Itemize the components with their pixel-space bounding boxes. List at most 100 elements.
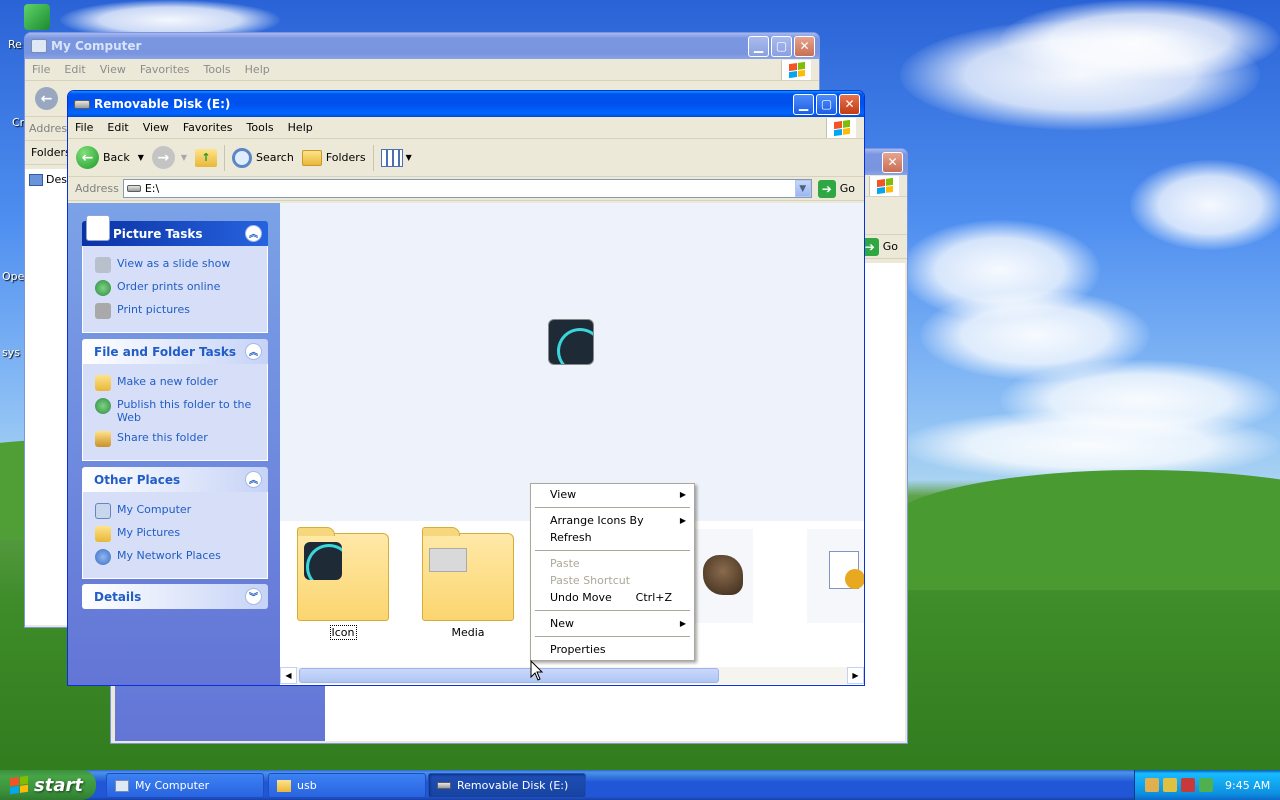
picture-tasks-header[interactable]: Picture Tasks ︽ bbox=[82, 215, 268, 246]
my-computer-titlebar[interactable]: My Computer ▁ ▢ ✕ bbox=[25, 33, 819, 59]
folder-icon bbox=[277, 779, 291, 792]
context-menu-item[interactable]: New ▶ bbox=[533, 615, 692, 632]
place-my-computer[interactable]: My Computer bbox=[95, 503, 267, 519]
other-places-header[interactable]: Other Places ︽ bbox=[82, 467, 268, 492]
my-computer-menubar: File Edit View Favorites Tools Help bbox=[25, 59, 819, 81]
submenu-arrow-icon: ▶ bbox=[679, 490, 686, 499]
taskbar-item-usb[interactable]: usb bbox=[268, 773, 426, 798]
address-input[interactable]: E:\ ▼ bbox=[122, 179, 812, 198]
scroll-thumb[interactable] bbox=[299, 668, 719, 683]
details-panel: Details ︾ bbox=[82, 584, 268, 609]
menu-edit[interactable]: Edit bbox=[100, 121, 135, 134]
file-item-media-folder[interactable]: Media bbox=[422, 527, 514, 639]
windows-logo-icon bbox=[869, 176, 899, 196]
task-pane: Picture Tasks ︽ View as a slide show Ord… bbox=[68, 203, 280, 685]
computer-icon bbox=[95, 503, 111, 519]
file-item-icon-folder[interactable]: Icon bbox=[297, 527, 389, 640]
chevron-down-icon[interactable]: ▼ bbox=[794, 180, 811, 197]
search-icon bbox=[232, 147, 253, 168]
menu-tools[interactable]: Tools bbox=[240, 121, 281, 134]
task-view-slideshow[interactable]: View as a slide show bbox=[95, 257, 267, 273]
folder-tree: Des bbox=[25, 169, 69, 625]
menu-view[interactable]: View bbox=[93, 63, 133, 76]
removable-disk-window[interactable]: Removable Disk (E:) ▁ ▢ ✕ File Edit View… bbox=[67, 90, 865, 686]
details-header[interactable]: Details ︾ bbox=[82, 584, 268, 609]
picture-tasks-panel: Picture Tasks ︽ View as a slide show Ord… bbox=[82, 215, 268, 333]
menu-help[interactable]: Help bbox=[281, 121, 320, 134]
tray-network-icon[interactable] bbox=[1145, 778, 1159, 792]
views-button[interactable]: ▼ bbox=[377, 143, 416, 173]
menu-help[interactable]: Help bbox=[238, 63, 277, 76]
go-button[interactable]: ➔ Go bbox=[812, 179, 861, 198]
chevron-down-icon: ▼ bbox=[180, 153, 188, 162]
menu-file[interactable]: File bbox=[68, 121, 100, 134]
file-item-autorun-inf[interactable]: autorun bbox=[796, 529, 864, 624]
context-menu: View ▶ Arrange Icons By ▶ Refresh Paste Paste … bbox=[530, 483, 695, 661]
printer-icon bbox=[95, 303, 111, 319]
task-publish-web[interactable]: Publish this folder to the Web bbox=[95, 398, 267, 424]
maximize-icon[interactable]: ▢ bbox=[771, 35, 792, 57]
address-bar: Address E:\ ▼ ➔ Go bbox=[68, 177, 864, 201]
taskbar-item-my-computer[interactable]: My Computer bbox=[106, 773, 264, 798]
menu-view[interactable]: View bbox=[136, 121, 176, 134]
back-arrow-icon[interactable]: ← bbox=[35, 87, 58, 110]
task-share-folder[interactable]: Share this folder bbox=[95, 431, 267, 447]
task-order-prints[interactable]: Order prints online bbox=[95, 280, 267, 296]
folders-button[interactable]: Folders bbox=[298, 143, 370, 173]
maximize-icon[interactable]: ▢ bbox=[816, 93, 837, 115]
close-icon[interactable]: ✕ bbox=[882, 151, 903, 173]
task-new-folder[interactable]: Make a new folder bbox=[95, 375, 267, 391]
context-menu-item[interactable]: Refresh bbox=[533, 529, 692, 546]
folder-icon bbox=[422, 527, 514, 621]
desktop-label: Cr bbox=[12, 116, 25, 129]
menu-edit[interactable]: Edit bbox=[57, 63, 92, 76]
scroll-left-icon[interactable]: ◀ bbox=[280, 667, 297, 684]
chevron-up-icon[interactable]: ︽ bbox=[245, 471, 262, 488]
new-folder-icon bbox=[95, 375, 111, 391]
tray-security-icon[interactable] bbox=[1181, 778, 1195, 792]
removable-disk-titlebar[interactable]: Removable Disk (E:) ▁ ▢ ✕ bbox=[68, 91, 864, 117]
clock: 9:45 AM bbox=[1225, 778, 1271, 792]
mouse-cursor-icon bbox=[530, 660, 544, 681]
forward-button[interactable]: → ▼ bbox=[148, 143, 191, 173]
menu-file[interactable]: File bbox=[25, 63, 57, 76]
chevron-up-icon[interactable]: ︽ bbox=[245, 225, 262, 242]
minimize-icon[interactable]: ▁ bbox=[748, 35, 769, 57]
menu-separator bbox=[535, 550, 690, 551]
horizontal-scrollbar[interactable]: ◀ ▶ bbox=[280, 667, 864, 684]
close-icon[interactable]: ✕ bbox=[794, 35, 815, 57]
go-arrow-icon: ➔ bbox=[817, 179, 836, 198]
place-my-pictures[interactable]: My Pictures bbox=[95, 526, 267, 542]
scroll-right-icon[interactable]: ▶ bbox=[847, 667, 864, 684]
folder-icon bbox=[297, 527, 389, 621]
taskbar-item-removable-disk[interactable]: Removable Disk (E:) bbox=[428, 773, 586, 798]
minimize-icon[interactable]: ▁ bbox=[793, 93, 814, 115]
task-print-pictures[interactable]: Print pictures bbox=[95, 303, 267, 319]
menu-favorites[interactable]: Favorites bbox=[133, 63, 197, 76]
folders-icon bbox=[301, 149, 322, 166]
tray-shield-icon[interactable] bbox=[1163, 778, 1177, 792]
chevron-up-icon[interactable]: ︽ bbox=[245, 343, 262, 360]
desktop-label: sys bbox=[2, 346, 20, 359]
context-menu-item[interactable]: View ▶ bbox=[533, 486, 692, 503]
submenu-arrow-icon: ▶ bbox=[679, 619, 686, 628]
back-button[interactable]: ← Back ▼ bbox=[72, 143, 148, 173]
chevron-down-icon[interactable]: ▼ bbox=[138, 153, 144, 162]
chevron-down-icon[interactable]: ︾ bbox=[245, 588, 262, 605]
menu-separator bbox=[535, 610, 690, 611]
file-folder-tasks-header[interactable]: File and Folder Tasks ︽ bbox=[82, 339, 268, 364]
menu-tools[interactable]: Tools bbox=[197, 63, 238, 76]
desktop-icon-recycle[interactable] bbox=[24, 4, 50, 30]
search-button[interactable]: Search bbox=[228, 143, 298, 173]
tray-update-icon[interactable] bbox=[1199, 778, 1213, 792]
up-folder-button[interactable]: ↑ bbox=[191, 143, 221, 173]
menu-favorites[interactable]: Favorites bbox=[176, 121, 240, 134]
close-icon[interactable]: ✕ bbox=[839, 93, 860, 115]
system-tray: 9:45 AM bbox=[1134, 770, 1280, 800]
place-network[interactable]: My Network Places bbox=[95, 549, 267, 565]
globe-icon bbox=[95, 398, 111, 414]
context-menu-item[interactable]: Arrange Icons By ▶ bbox=[533, 512, 692, 529]
context-menu-item[interactable]: Properties bbox=[533, 641, 692, 658]
start-button[interactable]: start bbox=[0, 770, 96, 800]
context-menu-item[interactable]: Undo Move Ctrl+Z bbox=[533, 589, 692, 606]
